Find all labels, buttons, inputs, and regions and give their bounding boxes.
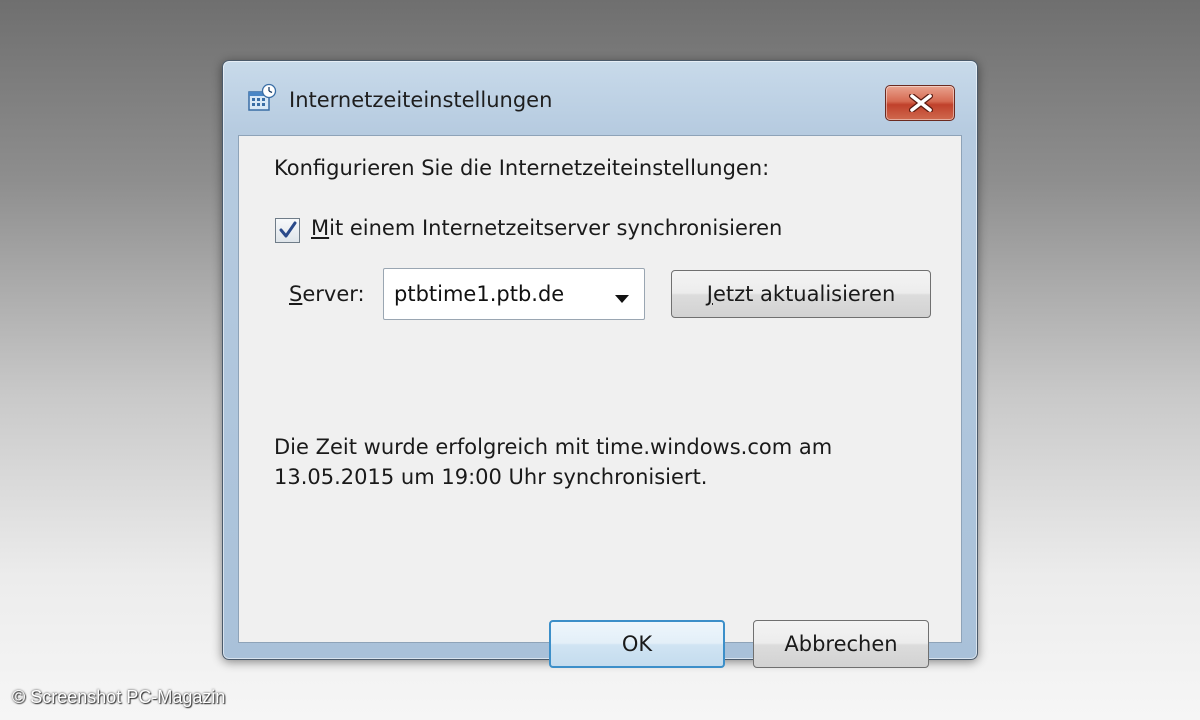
window-title: Internetzeiteinstellungen (289, 88, 553, 112)
sync-status-text: Die Zeit wurde erfolgreich mit time.wind… (274, 432, 914, 492)
close-icon (909, 94, 933, 112)
server-label-mnemonic: S (289, 282, 303, 306)
dialog-client-area: Konfigurieren Sie die Internetzeiteinste… (238, 135, 962, 668)
calendar-clock-icon (247, 83, 277, 113)
update-now-button[interactable]: Jetzt aktualisieren (671, 270, 931, 318)
sync-status-line-2: 13.05.2015 um 19:00 Uhr synchronisiert. (274, 465, 708, 489)
sync-checkbox[interactable] (275, 218, 300, 243)
server-input[interactable] (394, 280, 594, 308)
chevron-down-icon[interactable] (612, 290, 632, 303)
sync-label-mnemonic: M (311, 216, 330, 240)
screenshot-credit: © Screenshot PC-Magazin (12, 687, 226, 707)
title-bar[interactable]: Internetzeiteinstellungen (223, 61, 977, 141)
checkmark-icon (279, 221, 297, 238)
sync-status-line-1: Die Zeit wurde erfolgreich mit time.wind… (274, 435, 833, 459)
server-label: Server: (289, 282, 365, 306)
server-label-text: erver: (302, 282, 365, 306)
update-button-text: etzt aktualisieren (712, 282, 896, 306)
internet-time-settings-window: Internetzeiteinstellungen Konfigurieren … (222, 60, 978, 668)
server-combobox[interactable] (383, 268, 645, 320)
ok-button[interactable]: OK (549, 620, 725, 668)
cancel-button[interactable]: Abbrechen (753, 620, 929, 668)
dialog-heading: Konfigurieren Sie die Internetzeiteinste… (274, 156, 770, 180)
sync-checkbox-label[interactable]: Mit einem Internetzeitserver synchronisi… (311, 216, 782, 240)
close-button[interactable] (885, 85, 955, 121)
sync-label-text: it einem Internetzeitserver synchronisie… (329, 216, 783, 240)
